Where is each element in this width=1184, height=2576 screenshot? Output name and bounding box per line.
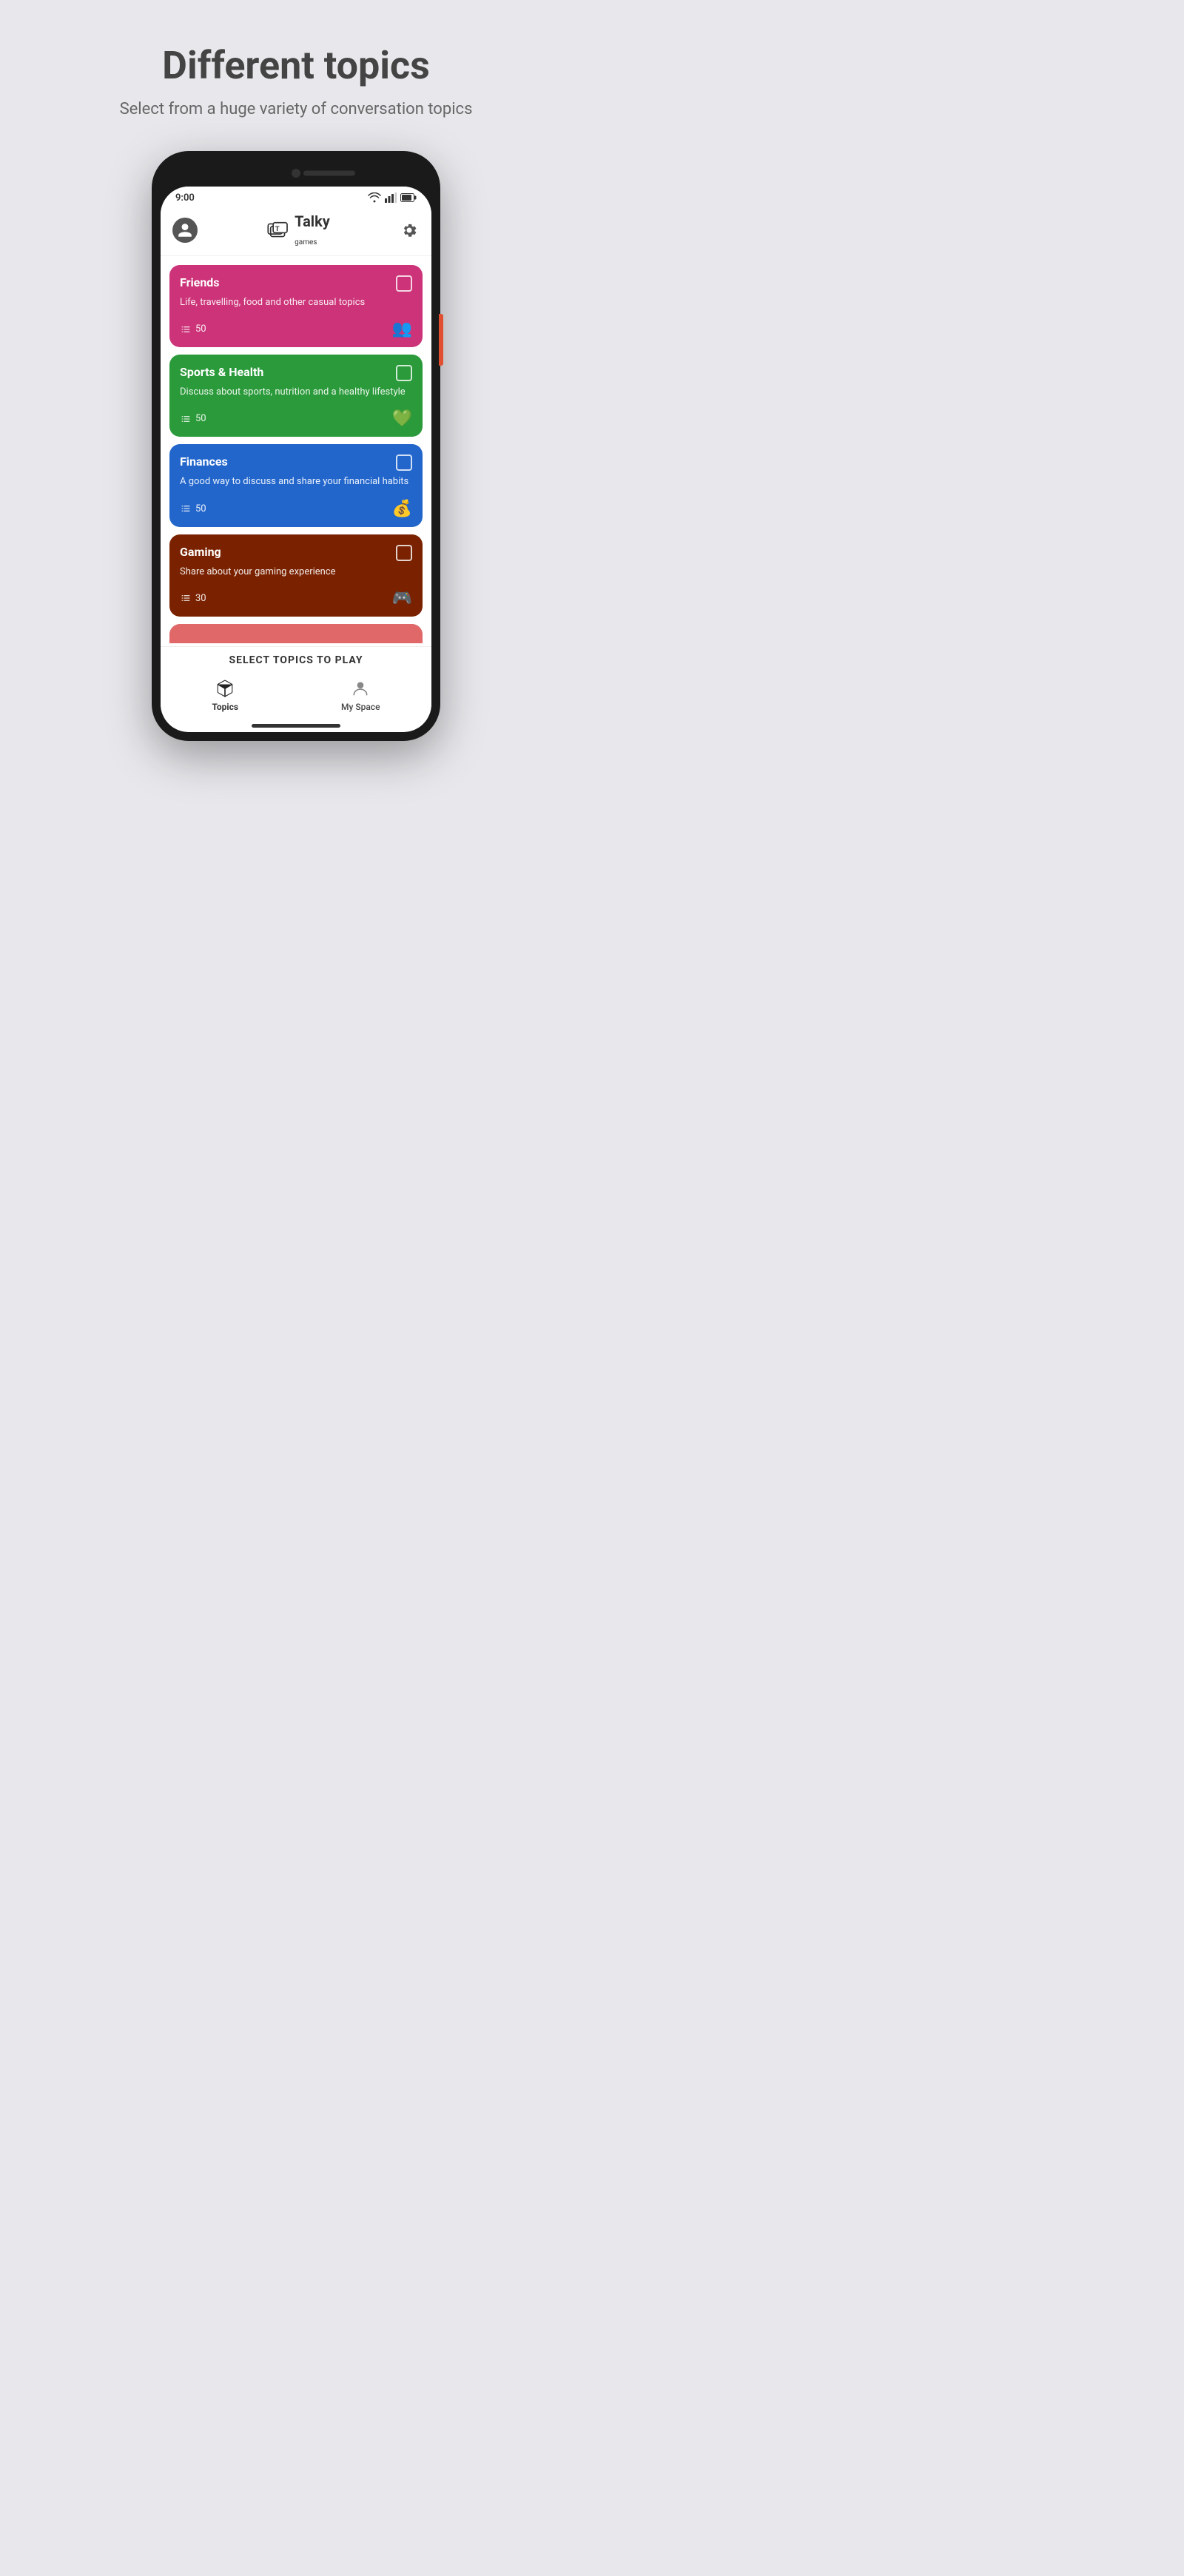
- page-header: Different topics Select from a huge vari…: [90, 44, 502, 121]
- phone-frame: 9:00: [152, 151, 440, 741]
- settings-icon[interactable]: [399, 220, 420, 241]
- phone-screen: 9:00: [161, 187, 431, 732]
- user-avatar[interactable]: [172, 218, 198, 243]
- topic-description-sports: Discuss about sports, nutrition and a he…: [180, 386, 412, 399]
- bottom-nav: Topics My Space: [161, 672, 431, 721]
- topic-checkbox-gaming[interactable]: [396, 545, 412, 561]
- topic-description-finances: A good way to discuss and share your fin…: [180, 475, 412, 489]
- select-topics-label[interactable]: SELECT TOPICS TO PLAY: [161, 646, 431, 672]
- page-title: Different topics: [120, 44, 473, 87]
- topic-checkbox-sports[interactable]: [396, 365, 412, 381]
- topic-card-sports[interactable]: Sports & Health Discuss about sports, nu…: [169, 355, 423, 437]
- svg-text:T: T: [275, 224, 280, 232]
- topic-count-gaming: 30: [180, 592, 206, 604]
- nav-topics[interactable]: Topics: [212, 678, 238, 712]
- status-bar: 9:00: [161, 187, 431, 207]
- phone-notch: [161, 160, 431, 187]
- status-time: 9:00: [175, 192, 195, 204]
- topics-icon: [215, 678, 235, 699]
- home-indicator: [252, 724, 340, 728]
- page-subtitle: Select from a huge variety of conversati…: [120, 98, 473, 121]
- phone-speaker: [303, 170, 355, 175]
- app-logo: T Talkygames: [266, 212, 330, 248]
- topic-count-friends: 50: [180, 323, 206, 335]
- topic-card-finances[interactable]: Finances A good way to discuss and share…: [169, 444, 423, 526]
- topic-card-partial: [169, 624, 423, 643]
- topic-count-finances: 50: [180, 503, 206, 514]
- card-count-icon-gaming: [180, 592, 192, 604]
- topic-emoji-sports: 💚: [392, 409, 412, 428]
- topic-description-gaming: Share about your gaming experience: [180, 566, 412, 579]
- avatar-icon: [177, 222, 193, 238]
- topic-checkbox-friends[interactable]: [396, 275, 412, 292]
- topic-count-sports: 50: [180, 413, 206, 425]
- topic-card-friends[interactable]: Friends Life, travelling, food and other…: [169, 265, 423, 347]
- app-name: Talkygames: [295, 212, 330, 248]
- card-count-icon-finances: [180, 503, 192, 514]
- topic-name-sports: Sports & Health: [180, 365, 263, 379]
- wifi-icon: [368, 192, 381, 203]
- topic-emoji-finances: 💰: [392, 500, 412, 518]
- topics-list: Friends Life, travelling, food and other…: [161, 256, 431, 643]
- app-header: T Talkygames: [161, 207, 431, 256]
- topic-name-gaming: Gaming: [180, 545, 221, 559]
- card-count-icon: [180, 323, 192, 335]
- topic-name-finances: Finances: [180, 455, 228, 469]
- topic-card-gaming[interactable]: Gaming Share about your gaming experienc…: [169, 534, 423, 617]
- nav-myspace-label: My Space: [341, 702, 380, 712]
- status-icons: [368, 192, 417, 203]
- topic-description-friends: Life, travelling, food and other casual …: [180, 296, 412, 309]
- topic-emoji-friends: 👥: [392, 320, 412, 338]
- topic-name-friends: Friends: [180, 275, 220, 289]
- phone-side-button: [439, 314, 443, 366]
- talky-logo-icon: T: [266, 221, 290, 239]
- topic-checkbox-finances[interactable]: [396, 455, 412, 471]
- card-count-icon-sports: [180, 413, 192, 425]
- signal-icon: [385, 192, 397, 203]
- phone-camera: [292, 169, 300, 178]
- myspace-icon: [350, 678, 371, 699]
- nav-myspace[interactable]: My Space: [341, 678, 380, 712]
- topic-emoji-gaming: 🎮: [392, 589, 412, 608]
- nav-topics-label: Topics: [212, 702, 238, 712]
- bottom-section: SELECT TOPICS TO PLAY Topics: [161, 643, 431, 728]
- battery-icon: [400, 193, 417, 202]
